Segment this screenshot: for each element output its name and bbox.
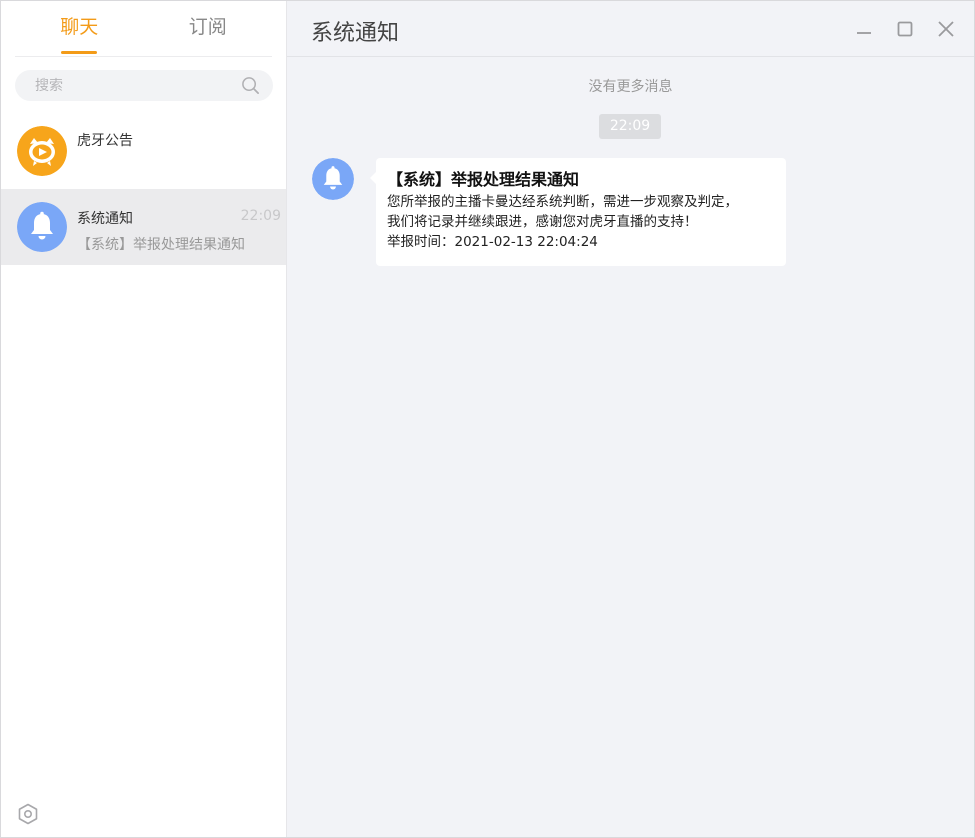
conversation-item-system[interactable]: 系统通知 22:09 【系统】举报处理结果通知 <box>1 189 286 265</box>
search-box <box>15 70 273 101</box>
chat-panel: 系统通知 没有更多消息 22:09 【系统】举报处理结果通知 您所举报的主播卡曼… <box>287 1 974 837</box>
settings-hexagon-icon[interactable] <box>17 803 39 825</box>
conversation-name: 虎牙公告 <box>77 133 133 149</box>
message-line: 我们将记录并继续跟进，感谢您对虎牙直播的支持！ <box>387 214 698 230</box>
bell-icon <box>17 202 67 252</box>
tab-subscribe[interactable]: 订阅 <box>144 1 273 56</box>
conversation-list: 虎牙公告 系统通知 22:09 【系统】举报处理结果通知 <box>1 113 286 265</box>
tab-bar: 聊天 订阅 <box>15 1 272 57</box>
no-more-messages-label: 没有更多消息 <box>588 79 673 95</box>
title-bar: 系统通知 <box>287 1 974 57</box>
app-window: 聊天 订阅 搜索 虎牙公告 系统通知 22:09 【系统】举报处理结果通知 系统… <box>0 0 975 838</box>
message-title: 【系统】举报处理结果通知 <box>387 170 580 189</box>
message-bubble[interactable]: 【系统】举报处理结果通知 您所举报的主播卡曼达经系统判断，需进一步观察及判定， … <box>370 158 786 266</box>
bell-icon <box>312 158 354 200</box>
close-icon[interactable] <box>936 19 956 39</box>
time-badge: 22:09 <box>599 114 661 139</box>
page-title: 系统通知 <box>311 21 400 46</box>
sidebar: 聊天 订阅 搜索 虎牙公告 系统通知 22:09 【系统】举报处理结果通知 <box>1 1 287 837</box>
maximize-icon[interactable] <box>895 19 915 39</box>
search-input[interactable] <box>15 70 273 101</box>
conversation-name: 系统通知 <box>77 211 133 227</box>
conversation-time: 22:09 <box>240 208 281 224</box>
conversation-preview: 【系统】举报处理结果通知 <box>77 237 245 253</box>
window-controls <box>836 1 974 56</box>
huya-logo-icon <box>17 126 67 176</box>
message-line: 举报时间：2021-02-13 22:04:24 <box>387 234 598 250</box>
tab-chat[interactable]: 聊天 <box>15 1 144 56</box>
minimize-icon[interactable] <box>854 19 874 39</box>
message-line: 您所举报的主播卡曼达经系统判断，需进一步观察及判定， <box>387 194 738 210</box>
conversation-item-huya[interactable]: 虎牙公告 <box>1 113 286 189</box>
search-icon[interactable] <box>241 76 260 95</box>
